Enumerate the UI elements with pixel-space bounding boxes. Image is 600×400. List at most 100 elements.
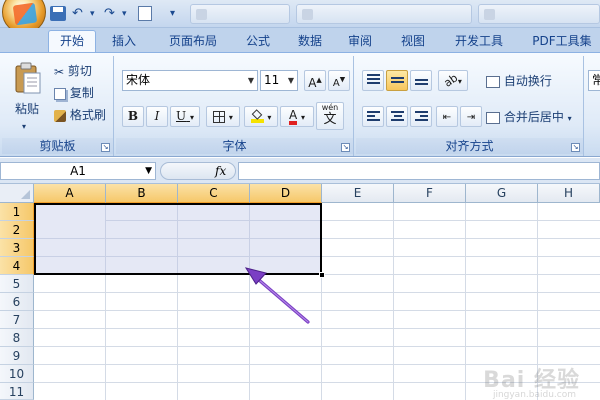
font-launcher-icon[interactable]: ↘ bbox=[341, 143, 350, 152]
copy-button[interactable]: 复制 bbox=[54, 84, 94, 102]
chevron-down-icon[interactable]: ▼ bbox=[288, 71, 294, 90]
column-header-d[interactable]: D bbox=[250, 184, 322, 203]
row-header-8[interactable]: 8 bbox=[0, 329, 34, 347]
tab-pdf-tools[interactable]: PDF工具集 bbox=[524, 31, 600, 52]
browser-tab[interactable] bbox=[478, 4, 600, 24]
column-header-b[interactable]: B bbox=[106, 184, 178, 203]
name-box[interactable]: A1 ▼ bbox=[0, 162, 156, 180]
undo-icon[interactable]: ↶ bbox=[72, 5, 83, 23]
italic-button[interactable]: I bbox=[146, 106, 168, 127]
save-icon[interactable] bbox=[50, 6, 66, 21]
select-all-button[interactable] bbox=[0, 184, 34, 203]
font-group: 宋体 ▼ 11 ▼ A▲ A▼ B I U ▾ ▾ ▾ A ▾ wén 文 字体… bbox=[116, 56, 354, 156]
increase-indent-button[interactable]: ⇥ bbox=[460, 106, 482, 127]
increase-font-icon: A▲ bbox=[308, 76, 322, 90]
decrease-font-size-button[interactable]: A▼ bbox=[328, 70, 350, 91]
customize-toolbar-icon[interactable]: ▾ bbox=[170, 5, 175, 23]
browser-tab[interactable] bbox=[190, 4, 290, 24]
font-color-button[interactable]: A ▾ bbox=[280, 106, 314, 127]
grid-line bbox=[34, 310, 600, 311]
align-center-button[interactable] bbox=[386, 106, 408, 127]
alignment-launcher-icon[interactable]: ↘ bbox=[571, 143, 580, 152]
align-left-button[interactable] bbox=[362, 106, 384, 127]
row-header-6[interactable]: 6 bbox=[0, 293, 34, 311]
clipboard-group: 粘贴 ▾ ✂ 剪切 复制 格式刷 剪贴板 ↘ bbox=[2, 56, 114, 156]
format-painter-icon bbox=[54, 109, 66, 122]
format-painter-button[interactable]: 格式刷 bbox=[54, 106, 106, 124]
row-header-2[interactable]: 2 bbox=[0, 221, 34, 239]
formula-input[interactable] bbox=[238, 162, 600, 180]
align-top-button[interactable] bbox=[362, 70, 384, 91]
chevron-down-icon[interactable]: ▾ bbox=[568, 114, 572, 123]
row-header-5[interactable]: 5 bbox=[0, 275, 34, 293]
number-format-value: 常 bbox=[592, 73, 600, 87]
align-middle-button[interactable] bbox=[386, 70, 408, 91]
row-header-10[interactable]: 10 bbox=[0, 365, 34, 383]
ribbon: 粘贴 ▾ ✂ 剪切 复制 格式刷 剪贴板 ↘ 宋体 ▼ 11 ▼ A▲ A▼ B… bbox=[0, 52, 600, 157]
underline-button[interactable]: U ▾ bbox=[170, 106, 200, 127]
align-right-button[interactable] bbox=[410, 106, 432, 127]
phonetic-guide-button[interactable]: wén 文 bbox=[316, 102, 344, 130]
undo-dropdown-icon[interactable]: ▾ bbox=[90, 5, 95, 23]
merge-center-button[interactable]: 合并后居中 ▾ bbox=[486, 108, 572, 128]
row-header-1[interactable]: 1 bbox=[0, 203, 34, 221]
font-name-box[interactable]: 宋体 ▼ bbox=[122, 70, 258, 91]
redo-icon[interactable]: ↷ bbox=[104, 5, 115, 23]
tab-home[interactable]: 开始 bbox=[48, 30, 96, 53]
fill-handle[interactable] bbox=[319, 272, 325, 278]
wrap-text-icon bbox=[486, 75, 500, 88]
borders-button[interactable]: ▾ bbox=[206, 106, 240, 127]
grid-line bbox=[393, 203, 394, 400]
row-header-9[interactable]: 9 bbox=[0, 347, 34, 365]
tab-view[interactable]: 视图 bbox=[393, 31, 433, 52]
tab-page-layout[interactable]: 页面布局 bbox=[158, 31, 228, 52]
tab-data[interactable]: 数据 bbox=[290, 31, 330, 52]
redo-dropdown-icon[interactable]: ▾ bbox=[122, 5, 127, 23]
decrease-indent-button[interactable]: ⇤ bbox=[436, 106, 458, 127]
cut-button[interactable]: ✂ 剪切 bbox=[54, 62, 92, 81]
paste-dropdown-icon[interactable]: ▾ bbox=[22, 118, 26, 136]
tab-insert[interactable]: 插入 bbox=[104, 31, 144, 52]
orientation-button[interactable]: ab▾ bbox=[438, 70, 468, 91]
chevron-down-icon[interactable]: ▼ bbox=[145, 163, 152, 179]
column-header-g[interactable]: G bbox=[466, 184, 538, 203]
row-header-4[interactable]: 4 bbox=[0, 257, 34, 275]
tab-developer[interactable]: 开发工具 bbox=[446, 31, 512, 52]
column-header-e[interactable]: E bbox=[322, 184, 394, 203]
row-header-7[interactable]: 7 bbox=[0, 311, 34, 329]
align-middle-icon bbox=[391, 77, 404, 85]
clipboard-launcher-icon[interactable]: ↘ bbox=[101, 143, 110, 152]
font-size-box[interactable]: 11 ▼ bbox=[260, 70, 298, 91]
column-header-h[interactable]: H bbox=[538, 184, 600, 203]
decrease-font-icon: A▼ bbox=[332, 76, 346, 90]
cut-label: 剪切 bbox=[67, 64, 92, 78]
browser-tab[interactable] bbox=[296, 4, 472, 24]
row-header-11[interactable]: 11 bbox=[0, 383, 34, 400]
underline-icon: U bbox=[176, 109, 187, 123]
bold-icon: B bbox=[127, 109, 139, 123]
insert-function-icon[interactable]: fx bbox=[215, 163, 226, 179]
grid-line bbox=[465, 203, 466, 400]
copy-icon bbox=[54, 87, 66, 100]
align-bottom-button[interactable] bbox=[410, 70, 432, 91]
number-format-box[interactable]: 常 bbox=[588, 70, 600, 91]
chevron-down-icon[interactable]: ▼ bbox=[248, 71, 254, 90]
annotation-arrow-icon bbox=[244, 267, 310, 324]
orientation-icon: ab bbox=[441, 71, 461, 90]
wrap-text-button[interactable]: 自动换行 bbox=[486, 72, 552, 90]
favicon-icon bbox=[302, 9, 313, 20]
row-header-3[interactable]: 3 bbox=[0, 239, 34, 257]
column-header-f[interactable]: F bbox=[394, 184, 466, 203]
tab-review[interactable]: 审阅 bbox=[340, 31, 380, 52]
column-header-a[interactable]: A bbox=[34, 184, 106, 203]
title-bar: ↶ ▾ ↷ ▾ ▾ bbox=[0, 0, 600, 34]
favicon-icon bbox=[484, 9, 495, 20]
column-header-c[interactable]: C bbox=[178, 184, 250, 203]
print-preview-icon[interactable] bbox=[138, 6, 152, 21]
increase-font-size-button[interactable]: A▲ bbox=[304, 70, 326, 91]
align-right-icon bbox=[415, 111, 428, 123]
fill-color-button[interactable]: ▾ bbox=[244, 106, 278, 127]
paste-button[interactable]: 粘贴 ▾ bbox=[10, 60, 46, 131]
tab-formulas[interactable]: 公式 bbox=[238, 31, 278, 52]
bold-button[interactable]: B bbox=[122, 106, 144, 127]
